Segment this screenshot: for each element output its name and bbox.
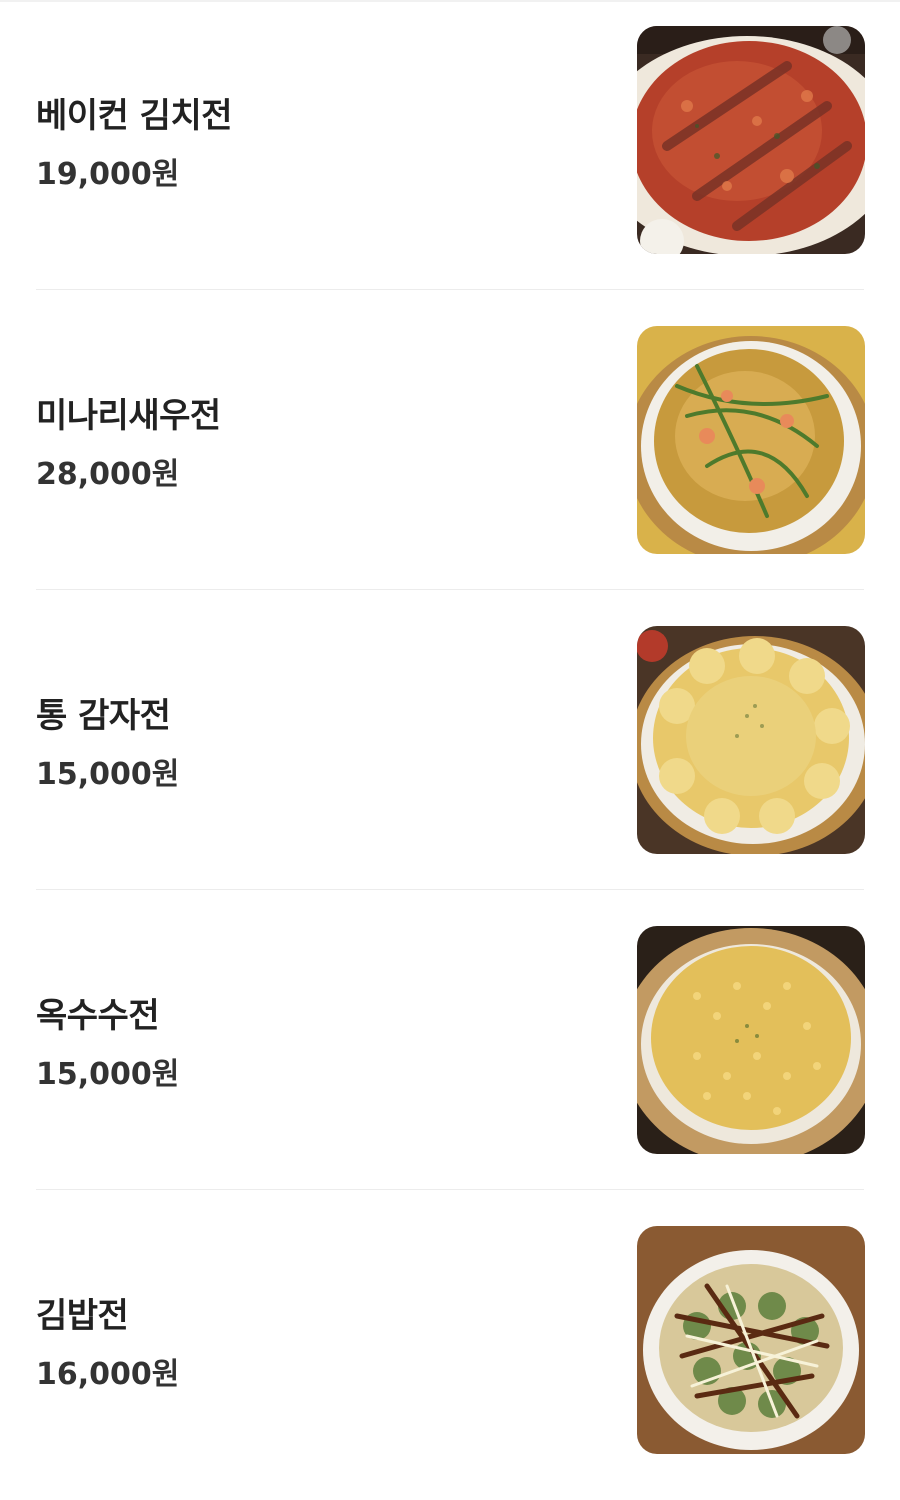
corn-pancake-photo[interactable]: [637, 926, 865, 1154]
item-divider: [36, 1189, 864, 1190]
menu-item-price: 15,000원: [36, 757, 180, 792]
menu-item[interactable]: 베이컨 김치전 19,000원: [36, 0, 865, 300]
menu-item-name: 김밥전: [36, 1296, 129, 1336]
menu-item-name: 미나리새우전: [36, 396, 221, 436]
menu-item[interactable]: 옥수수전 15,000원: [36, 900, 865, 1200]
gimbap-pancake-photo[interactable]: [637, 1226, 865, 1454]
menu-item-price: 19,000원: [36, 157, 180, 192]
menu-item-name: 베이컨 김치전: [36, 96, 233, 136]
minari-shrimp-pancake-photo[interactable]: [637, 326, 865, 554]
menu-item[interactable]: 김밥전 16,000원: [36, 1200, 865, 1500]
menu-item-name: 옥수수전: [36, 996, 160, 1036]
item-divider: [36, 289, 864, 290]
potato-pancake-photo[interactable]: [637, 626, 865, 854]
item-divider: [36, 589, 864, 590]
menu-item[interactable]: 통 감자전 15,000원: [36, 600, 865, 900]
menu-item-price: 16,000원: [36, 1357, 180, 1392]
menu-item-price: 28,000원: [36, 457, 180, 492]
bacon-kimchi-pancake-photo[interactable]: [637, 26, 865, 254]
menu-item-name: 통 감자전: [36, 696, 171, 736]
menu-item[interactable]: 미나리새우전 28,000원: [36, 300, 865, 600]
item-divider: [36, 889, 864, 890]
menu-item-price: 15,000원: [36, 1057, 180, 1092]
menu-list: 베이컨 김치전 19,000원 미나리새우전 28,000원 통 감자전 15,…: [0, 0, 900, 1482]
